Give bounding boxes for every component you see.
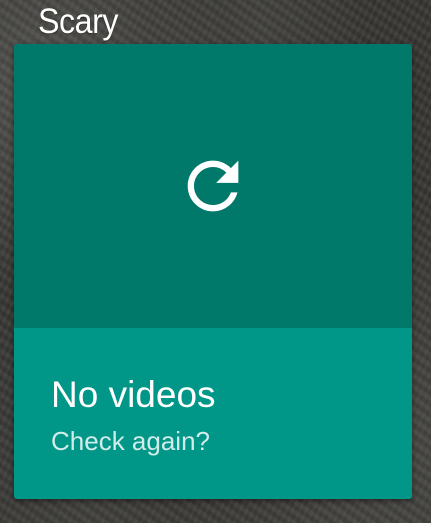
card-info-area: No videos Check again? [14,328,412,499]
refresh-icon [187,160,239,212]
card-title: No videos [51,374,216,415]
no-videos-card[interactable]: No videos Check again? [14,44,412,499]
category-title: Scary [38,2,119,41]
card-subtitle: Check again? [51,426,210,456]
card-hero-area [14,44,412,328]
